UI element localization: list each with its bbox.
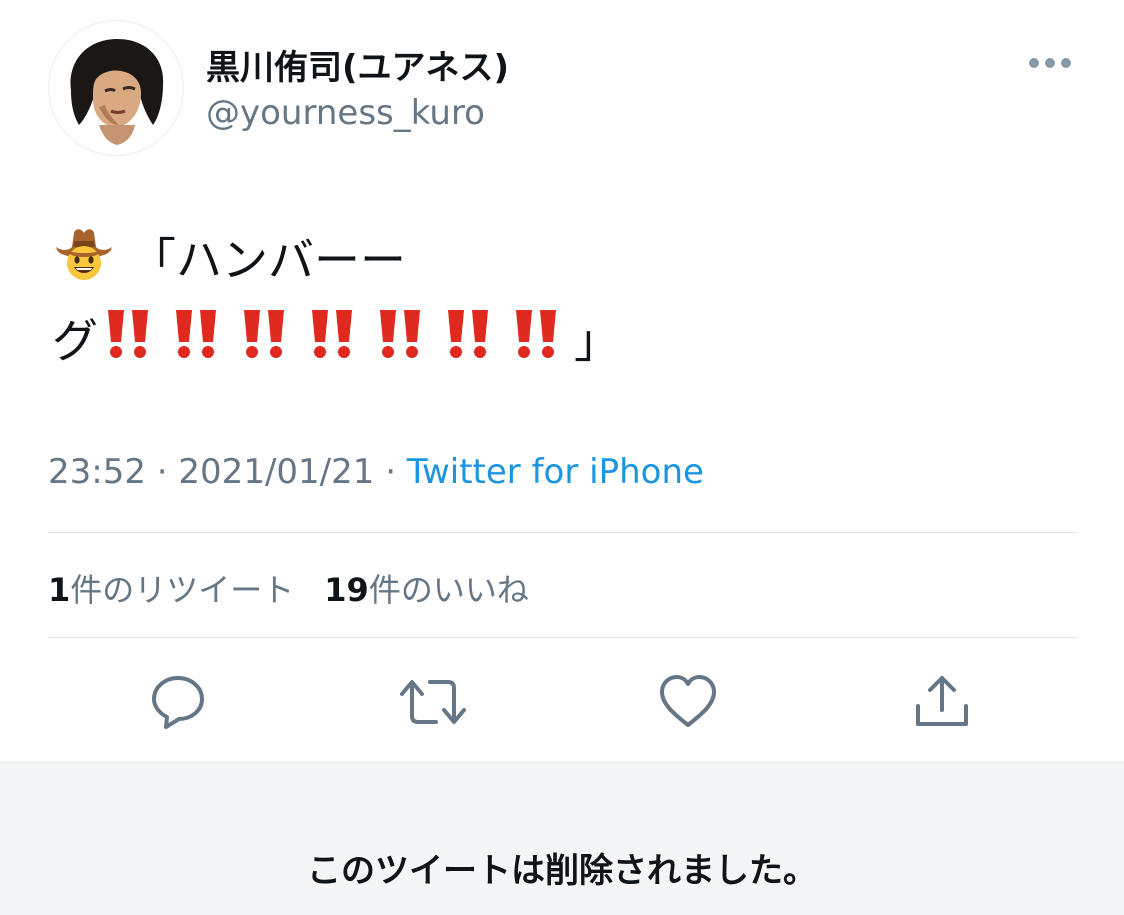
reply-icon (152, 676, 204, 729)
share-icon (916, 676, 968, 726)
double-exclamation-icon (98, 304, 156, 384)
deleted-tweet-notice: このツイートは削除されました。 (0, 762, 1124, 915)
more-dots-icon (1029, 58, 1071, 68)
double-exclamation-icon (506, 304, 564, 384)
avatar-photo-icon (49, 21, 183, 155)
tweet-text-line-1-text: 「ハンバーー (130, 233, 406, 287)
tweet-text: 「ハンバーー グ」 (52, 222, 620, 384)
author-display-name[interactable]: 黒川侑司(ユアネス) (206, 40, 509, 89)
tweet-text-line-2-start: グ (52, 313, 98, 368)
tweet-text-line-2: グ」 (52, 303, 620, 385)
tweet-card: 黒川侑司(ユアネス) @yourness_kuro 「ハンバーー グ 」 23:… (0, 0, 1124, 762)
double-exclamation-icon (166, 304, 224, 384)
double-exclamation-icon (234, 304, 292, 384)
tweet-time[interactable]: 23:52 (48, 452, 146, 492)
more-options-button[interactable] (1022, 52, 1078, 74)
divider-bottom (48, 637, 1077, 638)
cowboy-hat-face-icon (52, 225, 116, 303)
like-button[interactable] (658, 672, 718, 732)
deleted-tweet-text: このツイートは削除されました。 (307, 851, 817, 891)
retweet-label: 件のリツイート (70, 571, 295, 609)
like-stat[interactable]: 19件のいいね (324, 571, 529, 609)
reply-button[interactable] (148, 672, 208, 732)
double-exclamation-group (98, 310, 574, 368)
share-button[interactable] (912, 672, 972, 732)
like-count: 19 (324, 571, 369, 609)
double-exclamation-icon (302, 304, 360, 384)
double-exclamation-icon (370, 304, 428, 384)
retweet-stat[interactable]: 1件のリツイート (48, 571, 294, 609)
author-avatar[interactable] (48, 20, 184, 156)
heart-icon (660, 675, 716, 727)
like-label: 件のいいね (368, 571, 529, 609)
tweet-text-line-2-end: 」 (574, 313, 620, 368)
tweet-metadata: 23:52 · 2021/01/21 · Twitter for iPhone (48, 452, 704, 492)
tweet-source-link[interactable]: Twitter for iPhone (407, 452, 704, 492)
retweet-icon (400, 680, 466, 724)
meta-separator-1: · (145, 452, 179, 492)
author-handle[interactable]: @yourness_kuro (206, 93, 485, 133)
double-exclamation-icon (438, 304, 496, 384)
divider-top (48, 532, 1077, 533)
meta-separator-2: · (374, 452, 407, 492)
retweet-count: 1 (48, 571, 71, 609)
tweet-date[interactable]: 2021/01/21 (178, 452, 374, 492)
retweet-button[interactable] (400, 672, 466, 732)
engagement-stats: 1件のリツイート 19件のいいね (48, 565, 529, 611)
tweet-text-line-1: 「ハンバーー (52, 222, 620, 303)
